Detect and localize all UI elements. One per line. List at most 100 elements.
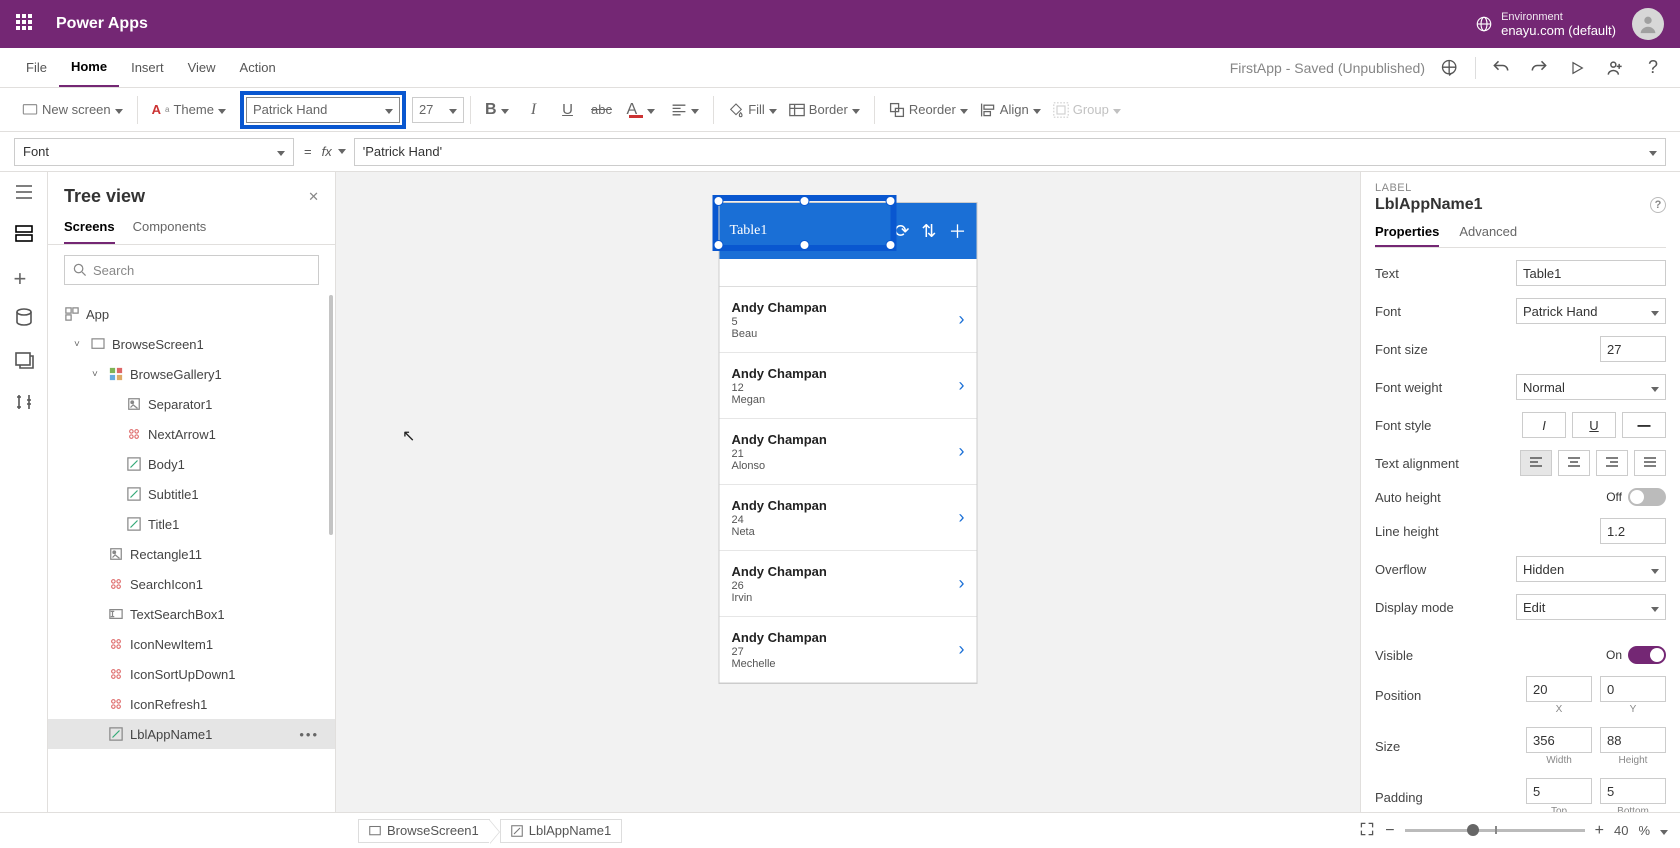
- tree-item[interactable]: IconNewItem1: [48, 629, 335, 659]
- list-item[interactable]: Andy Champan21Alonso›: [720, 419, 977, 485]
- insert-icon[interactable]: +: [14, 266, 34, 286]
- play-icon[interactable]: [1564, 55, 1590, 81]
- chevron-right-icon[interactable]: ›: [959, 375, 965, 396]
- tree-item[interactable]: ˅BrowseScreen1: [48, 329, 335, 359]
- font-size-selector[interactable]: 27: [412, 97, 464, 123]
- list-item[interactable]: Andy Champan24Neta›: [720, 485, 977, 551]
- tree-item[interactable]: SearchIcon1: [48, 569, 335, 599]
- list-item[interactable]: Andy Champan12Megan›: [720, 353, 977, 419]
- new-screen-button[interactable]: New screen: [22, 102, 123, 117]
- chevron-right-icon[interactable]: ›: [959, 441, 965, 462]
- phone-search-box[interactable]: [720, 259, 977, 287]
- phone-header[interactable]: Table1 ⟳ ⇅ ＋: [720, 203, 977, 259]
- sort-icon[interactable]: ⇅: [921, 221, 936, 242]
- chevron-right-icon[interactable]: ›: [959, 573, 965, 594]
- align-center-button[interactable]: [1558, 450, 1590, 476]
- tree-item[interactable]: Separator1: [48, 389, 335, 419]
- user-avatar[interactable]: [1632, 8, 1664, 40]
- font-selector[interactable]: Patrick Hand: [246, 97, 400, 123]
- redo-icon[interactable]: [1526, 55, 1552, 81]
- align-right-button[interactable]: [1596, 450, 1628, 476]
- list-item[interactable]: Andy Champan27Mechelle›: [720, 617, 977, 683]
- prop-overflow-input[interactable]: Hidden: [1516, 556, 1666, 582]
- width-input[interactable]: 356: [1526, 727, 1592, 753]
- add-icon[interactable]: ＋: [949, 218, 967, 244]
- app-checker-icon[interactable]: [1437, 55, 1463, 81]
- pos-x-input[interactable]: 20: [1526, 676, 1592, 702]
- prop-lineheight-input[interactable]: 1.2: [1600, 518, 1666, 544]
- prop-fontsize-input[interactable]: 27: [1600, 336, 1666, 362]
- group-button[interactable]: Group: [1053, 102, 1121, 118]
- tree-item[interactable]: LblAppName1•••: [48, 719, 335, 749]
- formula-input[interactable]: 'Patrick Hand': [354, 138, 1666, 166]
- menu-file[interactable]: File: [14, 48, 59, 87]
- align-button[interactable]: Align: [980, 102, 1041, 118]
- prop-displaymode-input[interactable]: Edit: [1516, 594, 1666, 620]
- menu-insert[interactable]: Insert: [119, 48, 176, 87]
- data-icon[interactable]: [14, 308, 34, 328]
- prop-font-input[interactable]: Patrick Hand: [1516, 298, 1666, 324]
- visible-toggle[interactable]: [1628, 646, 1666, 664]
- tab-advanced[interactable]: Advanced: [1459, 224, 1517, 247]
- align-left-button[interactable]: [1520, 450, 1552, 476]
- canvas[interactable]: ↖ Table1 ⟳ ⇅ ＋ Andy Champan5Beau›Andy Ch…: [336, 172, 1360, 812]
- tree-item[interactable]: Subtitle1: [48, 479, 335, 509]
- pos-y-input[interactable]: 0: [1600, 676, 1666, 702]
- app-launcher-icon[interactable]: [16, 14, 36, 34]
- strikethrough-button[interactable]: abc: [593, 101, 611, 119]
- chevron-icon[interactable]: ˅: [74, 339, 84, 350]
- zoom-out-icon[interactable]: −: [1385, 822, 1394, 840]
- align-justify-button[interactable]: [1634, 450, 1666, 476]
- chevron-icon[interactable]: ˅: [92, 369, 102, 380]
- menu-action[interactable]: Action: [228, 48, 288, 87]
- tree-item[interactable]: Body1: [48, 449, 335, 479]
- prop-fontweight-input[interactable]: Normal: [1516, 374, 1666, 400]
- tree-item[interactable]: IconSortUpDown1: [48, 659, 335, 689]
- tree-search-input[interactable]: Search: [64, 255, 319, 285]
- more-icon[interactable]: •••: [299, 727, 319, 742]
- tree-item[interactable]: TextSearchBox1: [48, 599, 335, 629]
- chevron-right-icon[interactable]: ›: [959, 639, 965, 660]
- tree-item[interactable]: ˅BrowseGallery1: [48, 359, 335, 389]
- tree-item[interactable]: Title1: [48, 509, 335, 539]
- help-icon[interactable]: ?: [1640, 55, 1666, 81]
- tree-item[interactable]: Rectangle11: [48, 539, 335, 569]
- text-align-button[interactable]: [671, 102, 699, 117]
- app-name-label[interactable]: Table1: [730, 223, 768, 239]
- height-input[interactable]: 88: [1600, 727, 1666, 753]
- tab-components[interactable]: Components: [133, 219, 207, 244]
- pad-top-input[interactable]: 5: [1526, 778, 1592, 804]
- pad-bottom-input[interactable]: 5: [1600, 778, 1666, 804]
- prop-text-input[interactable]: Table1: [1516, 260, 1666, 286]
- tree-item[interactable]: IconRefresh1: [48, 689, 335, 719]
- strike-toggle[interactable]: —: [1622, 412, 1666, 438]
- help-icon[interactable]: ?: [1650, 197, 1666, 213]
- menu-view[interactable]: View: [176, 48, 228, 87]
- refresh-icon[interactable]: ⟳: [894, 221, 909, 242]
- tree-view-icon[interactable]: [14, 224, 34, 244]
- expand-canvas-icon[interactable]: [1359, 821, 1375, 840]
- breadcrumb-screen[interactable]: BrowseScreen1: [358, 819, 490, 843]
- close-tree-icon[interactable]: ✕: [308, 189, 319, 205]
- zoom-in-icon[interactable]: +: [1595, 822, 1604, 840]
- theme-button[interactable]: Aa Theme: [152, 102, 226, 117]
- chevron-right-icon[interactable]: ›: [959, 309, 965, 330]
- list-item[interactable]: Andy Champan26Irvin›: [720, 551, 977, 617]
- environment-selector[interactable]: Environment enayu.com (default): [1475, 11, 1616, 38]
- font-color-button[interactable]: A: [627, 101, 656, 119]
- tree-item-app[interactable]: App: [48, 299, 335, 329]
- hamburger-icon[interactable]: [14, 182, 34, 202]
- italic-toggle[interactable]: I: [1522, 412, 1566, 438]
- underline-button[interactable]: U: [559, 101, 577, 119]
- bold-button[interactable]: B: [485, 101, 509, 119]
- tools-icon[interactable]: [14, 392, 34, 412]
- list-item[interactable]: Andy Champan5Beau›: [720, 287, 977, 353]
- breadcrumb-control[interactable]: LblAppName1: [500, 819, 622, 843]
- media-icon[interactable]: [14, 350, 34, 370]
- fill-button[interactable]: Fill: [728, 102, 777, 118]
- tab-properties[interactable]: Properties: [1375, 224, 1439, 247]
- menu-home[interactable]: Home: [59, 48, 119, 87]
- tab-screens[interactable]: Screens: [64, 219, 115, 244]
- zoom-dropdown[interactable]: [1660, 823, 1668, 838]
- chevron-right-icon[interactable]: ›: [959, 507, 965, 528]
